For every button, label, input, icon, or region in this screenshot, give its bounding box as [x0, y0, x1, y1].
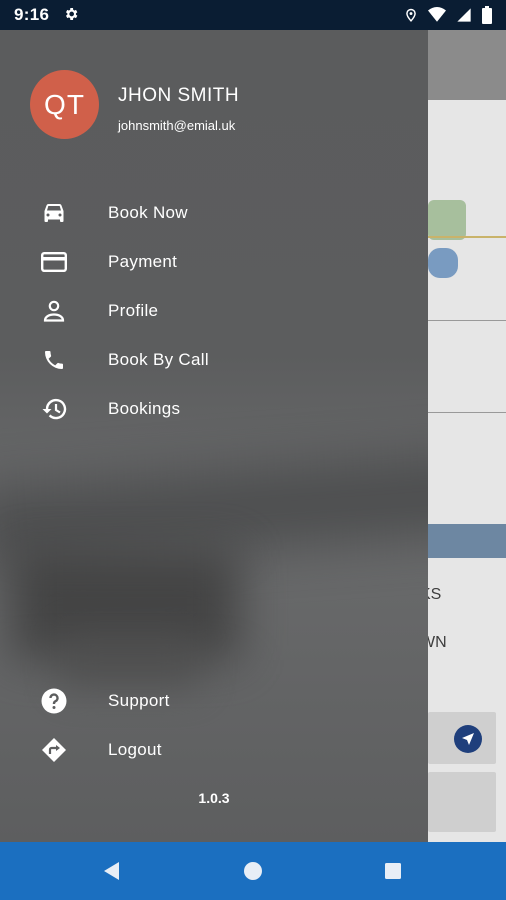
battery-icon — [482, 6, 492, 24]
back-icon[interactable] — [82, 842, 142, 900]
map-water — [428, 248, 458, 278]
map-road — [428, 412, 506, 413]
menu-item-logout[interactable]: Logout — [0, 728, 428, 772]
menu-label: Bookings — [108, 399, 181, 418]
home-icon[interactable] — [223, 842, 283, 900]
menu-item-bookings[interactable]: Bookings — [0, 387, 428, 431]
map-river — [428, 524, 506, 558]
map-road — [428, 236, 506, 238]
phone-icon — [40, 346, 68, 374]
person-icon — [40, 297, 68, 325]
location-icon — [404, 6, 418, 24]
recents-icon[interactable] — [363, 842, 423, 900]
map-top-bar — [428, 30, 506, 100]
gear-icon — [63, 6, 79, 25]
menu-label: Book By Call — [108, 350, 209, 369]
menu-item-profile[interactable]: Profile — [0, 289, 428, 333]
app-version: 1.0.3 — [198, 790, 230, 806]
map-road — [428, 320, 506, 321]
user-name: JHON SMITH — [118, 85, 240, 106]
map-park — [428, 200, 466, 240]
history-icon — [40, 395, 68, 423]
menu-item-book-now[interactable]: Book Now — [0, 191, 428, 235]
avatar[interactable]: QT — [30, 70, 99, 139]
credit-card-icon — [40, 248, 68, 276]
navigation-drawer: QT JHON SMITH johnsmith@emial.uk Book No… — [0, 30, 428, 842]
menu-label: Support — [108, 691, 170, 710]
wifi-icon — [428, 7, 446, 23]
car-icon — [40, 199, 68, 227]
system-nav-bar — [0, 842, 506, 900]
status-time: 9:16 — [14, 5, 50, 24]
menu-label: Payment — [108, 252, 178, 271]
menu-item-payment[interactable]: Payment — [0, 240, 428, 284]
menu-label: Logout — [108, 740, 162, 759]
signal-icon — [456, 7, 472, 23]
directions-icon — [40, 736, 68, 764]
help-icon — [40, 687, 68, 715]
status-bar: 9:16 — [0, 0, 506, 30]
menu-item-support[interactable]: Support — [0, 679, 428, 723]
navigation-icon[interactable] — [454, 725, 482, 753]
menu-label: Profile — [108, 301, 159, 320]
map-card — [428, 772, 496, 832]
menu-label: Book Now — [108, 203, 188, 222]
user-email: johnsmith@emial.uk — [118, 118, 236, 133]
menu-item-book-by-call[interactable]: Book By Call — [0, 338, 428, 382]
